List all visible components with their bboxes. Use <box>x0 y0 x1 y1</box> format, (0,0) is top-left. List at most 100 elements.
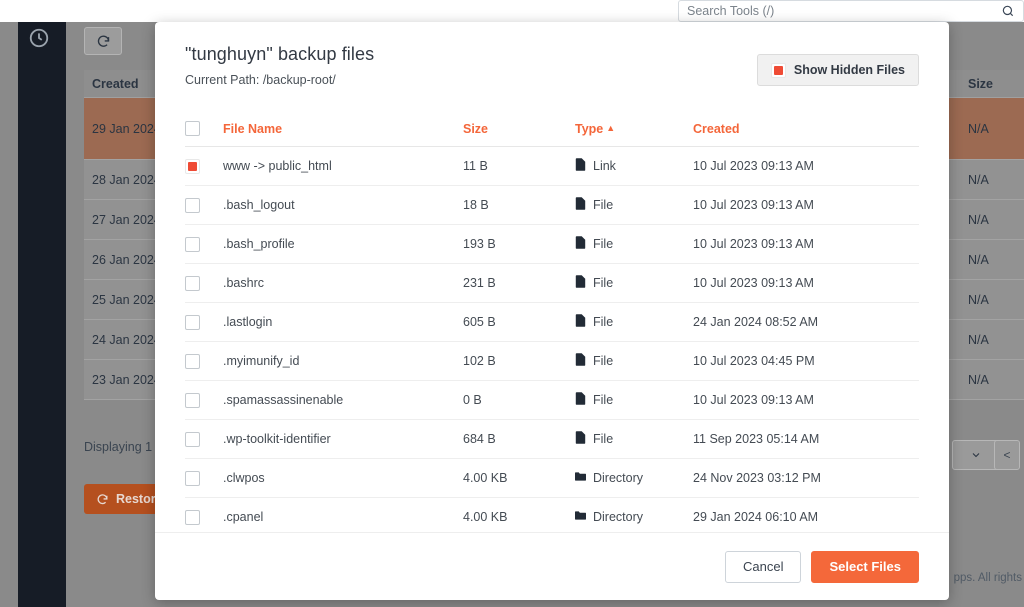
file-type-cell: File <box>575 302 693 342</box>
background-row-size: N/A <box>968 332 989 347</box>
row-checkbox-cell[interactable] <box>185 146 223 186</box>
search-box[interactable] <box>678 0 1024 22</box>
row-checkbox-cell[interactable] <box>185 185 223 225</box>
file-size-cell: 231 B <box>463 263 575 303</box>
table-row[interactable]: .bash_profile 193 B File 10 Jul 2023 09:13 … <box>185 224 919 264</box>
table-row[interactable]: .myimunify_id 102 B File 10 Jul 2023 04:45 … <box>185 341 919 381</box>
file-type-label: File <box>593 393 614 407</box>
background-row-size: N/A <box>968 212 989 227</box>
header-file-name[interactable]: File Name <box>223 113 463 147</box>
select-files-button[interactable]: Select Files <box>811 550 919 583</box>
background-prev-page-button[interactable]: < <box>994 440 1020 470</box>
row-checkbox-cell[interactable] <box>185 341 223 381</box>
table-row[interactable]: www -> public_html 11 B Link 10 Jul 2023 09… <box>185 146 919 186</box>
cancel-button[interactable]: Cancel <box>724 550 802 583</box>
table-row[interactable]: .lastlogin 605 B File 24 Jan 2024 08:52 AM <box>185 302 919 342</box>
background-row-size: N/A <box>968 172 989 187</box>
row-checkbox[interactable] <box>185 392 200 408</box>
file-type-label: File <box>593 354 614 368</box>
screen: Created Size 29 Jan 2024es...N/A28 Jan 2… <box>0 0 1024 607</box>
file-created-cell: 10 Jul 2023 09:13 AM <box>693 224 919 264</box>
table-row[interactable]: .cpanel 4.00 KB Directory 29 Jan 2024 06:10… <box>185 497 919 532</box>
row-checkbox[interactable] <box>185 158 200 174</box>
file-icon <box>575 353 586 369</box>
row-checkbox-cell[interactable] <box>185 380 223 420</box>
table-row[interactable]: .bash_logout 18 B File 10 Jul 2023 09:13 AM <box>185 185 919 225</box>
file-created-cell: 11 Sep 2023 05:14 AM <box>693 419 919 459</box>
folder-icon <box>575 509 586 525</box>
file-name-cell: .cpanel <box>223 497 463 532</box>
row-checkbox-cell[interactable] <box>185 419 223 459</box>
row-checkbox[interactable] <box>185 431 200 447</box>
file-size-cell: 4.00 KB <box>463 458 575 498</box>
file-size-cell: 18 B <box>463 185 575 225</box>
file-icon <box>575 392 586 408</box>
select-all-header[interactable] <box>185 113 223 147</box>
file-size-cell: 102 B <box>463 341 575 381</box>
file-size-cell: 193 B <box>463 224 575 264</box>
file-created-cell: 10 Jul 2023 09:13 AM <box>693 146 919 186</box>
background-row-size: N/A <box>968 121 989 136</box>
modal-footer: Cancel Select Files <box>155 532 949 600</box>
file-type-cell: File <box>575 341 693 381</box>
header-created[interactable]: Created <box>693 113 919 147</box>
file-created-cell: 10 Jul 2023 09:13 AM <box>693 185 919 225</box>
file-name-cell: .wp-toolkit-identifier <box>223 419 463 459</box>
background-page-size-select[interactable] <box>952 440 1000 470</box>
header-size[interactable]: Size <box>463 113 575 147</box>
row-checkbox[interactable] <box>185 470 200 486</box>
table-row[interactable]: .spamassassinenable 0 B File 10 Jul 2023 09… <box>185 380 919 420</box>
row-checkbox[interactable] <box>185 314 200 330</box>
background-row-size: N/A <box>968 372 989 387</box>
file-type-label: File <box>593 432 614 446</box>
file-type-label: File <box>593 237 614 251</box>
file-name-cell: .bash_logout <box>223 185 463 225</box>
background-row-size: N/A <box>968 252 989 267</box>
row-checkbox[interactable] <box>185 275 200 291</box>
row-checkbox[interactable] <box>185 197 200 213</box>
search-input[interactable] <box>687 4 1001 18</box>
table-row[interactable]: .wp-toolkit-identifier 684 B File 11 Sep 20… <box>185 419 919 459</box>
row-checkbox-cell[interactable] <box>185 302 223 342</box>
row-checkbox-cell[interactable] <box>185 224 223 264</box>
table-row[interactable]: .clwpos 4.00 KB Directory 24 Nov 2023 03:12… <box>185 458 919 498</box>
row-checkbox[interactable] <box>185 236 200 252</box>
background-sidebar <box>18 22 66 607</box>
file-size-cell: 684 B <box>463 419 575 459</box>
file-created-cell: 10 Jul 2023 09:13 AM <box>693 380 919 420</box>
clock-icon <box>28 27 50 49</box>
header-type[interactable]: Type ▲ <box>575 113 693 147</box>
file-icon <box>575 158 586 174</box>
background-footer-text: pps. All rights <box>953 572 1022 584</box>
files-table: File Name Size Type ▲ Created www -> publ… <box>185 113 919 532</box>
file-type-label: File <box>593 198 614 212</box>
row-checkbox-cell[interactable] <box>185 497 223 532</box>
refresh-icon <box>97 34 109 47</box>
refresh-button[interactable] <box>84 27 122 55</box>
file-icon <box>575 431 586 447</box>
row-checkbox[interactable] <box>185 509 200 525</box>
file-type-cell: File <box>575 224 693 264</box>
show-hidden-files-label: Show Hidden Files <box>793 63 905 77</box>
select-all-checkbox[interactable] <box>185 121 200 136</box>
file-type-label: Directory <box>593 510 644 524</box>
row-checkbox[interactable] <box>185 353 200 369</box>
files-table-header-row: File Name Size Type ▲ Created <box>185 113 919 147</box>
file-name-cell: .bashrc <box>223 263 463 303</box>
backup-files-modal: "tunghuyn" backup files Current Path: /b… <box>155 22 949 600</box>
row-checkbox-cell[interactable] <box>185 458 223 498</box>
table-row[interactable]: .bashrc 231 B File 10 Jul 2023 09:13 AM <box>185 263 919 303</box>
row-checkbox-cell[interactable] <box>185 263 223 303</box>
chevron-down-icon <box>972 453 980 458</box>
file-name-cell: .myimunify_id <box>223 341 463 381</box>
file-created-cell: 24 Nov 2023 03:12 PM <box>693 458 919 498</box>
background-displaying-text: Displaying 1 t <box>84 440 160 454</box>
file-type-cell: File <box>575 419 693 459</box>
show-hidden-files-checkbox[interactable] <box>770 62 786 78</box>
search-icon[interactable] <box>1001 4 1015 18</box>
folder-icon <box>575 470 586 486</box>
file-size-cell: 4.00 KB <box>463 497 575 532</box>
show-hidden-files-button[interactable]: Show Hidden Files <box>756 54 919 86</box>
sort-ascending-icon: ▲ <box>606 122 616 133</box>
restore-icon <box>97 493 108 504</box>
